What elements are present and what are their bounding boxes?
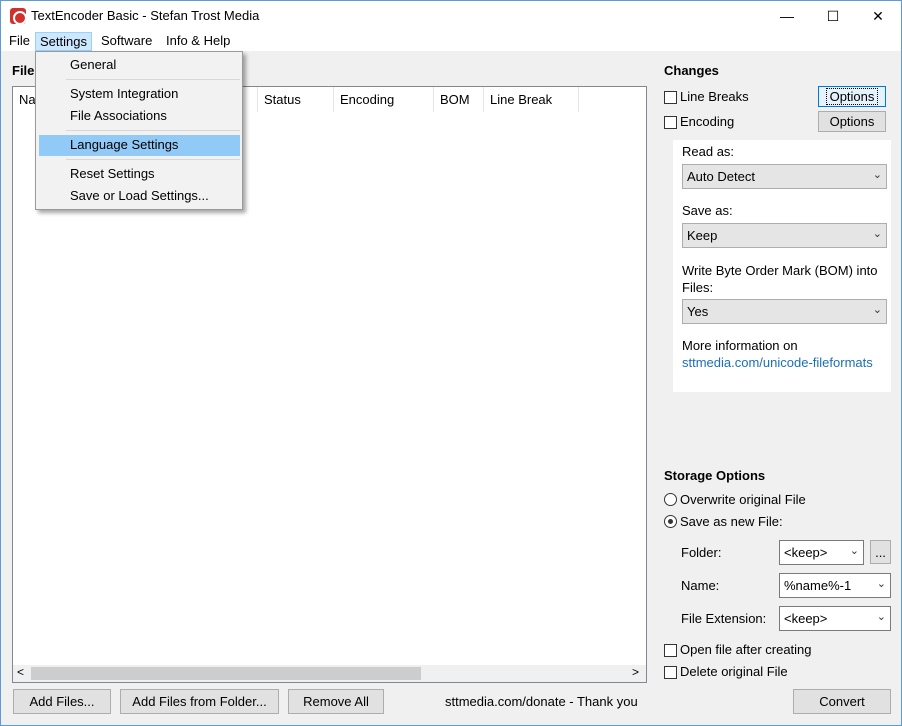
menu-bar: File Settings Software Info & Help — [1, 31, 901, 51]
browse-folder-button[interactable]: ... — [870, 540, 891, 564]
menu-info-help[interactable]: Info & Help — [162, 32, 234, 51]
save-new-label: Save as new File: — [680, 514, 783, 529]
file-extension-select[interactable]: <keep> ⌄ — [779, 606, 891, 631]
open-after-checkbox[interactable] — [664, 644, 677, 657]
settings-dropdown-menu: General System Integration File Associat… — [35, 51, 243, 210]
changes-title: Changes — [664, 63, 719, 78]
menu-software[interactable]: Software — [97, 32, 156, 51]
bom-select[interactable]: Yes ⌄ — [682, 299, 887, 324]
save-new-radio[interactable] — [664, 515, 677, 528]
column-bom[interactable]: BOM — [434, 87, 484, 112]
window-title: TextEncoder Basic - Stefan Trost Media — [31, 8, 260, 23]
app-logo-icon — [10, 8, 27, 25]
overwrite-radio[interactable] — [664, 493, 677, 506]
encoding-options-panel: Read as: Auto Detect ⌄ Save as: Keep ⌄ W… — [673, 140, 891, 392]
maximize-button[interactable]: ☐ — [810, 1, 856, 31]
overwrite-label: Overwrite original File — [680, 492, 806, 507]
horizontal-scrollbar[interactable]: < > — [13, 665, 646, 682]
line-breaks-checkbox[interactable] — [664, 91, 677, 104]
close-button[interactable]: ✕ — [855, 1, 901, 31]
folder-select[interactable]: <keep> ⌄ — [779, 540, 864, 565]
encoding-checkbox[interactable] — [664, 116, 677, 129]
scroll-left-icon[interactable]: < — [17, 665, 24, 679]
convert-button[interactable]: Convert — [793, 689, 891, 714]
menu-settings[interactable]: Settings — [35, 32, 92, 51]
save-as-label: Save as: — [682, 203, 733, 218]
add-files-from-folder-button[interactable]: Add Files from Folder... — [120, 689, 279, 714]
delete-original-checkbox[interactable] — [664, 666, 677, 679]
chevron-down-icon: ⌄ — [849, 545, 859, 557]
files-section-label: File — [12, 63, 35, 78]
line-breaks-options-button[interactable]: Options — [818, 86, 886, 107]
more-info-label: More information on — [682, 338, 798, 353]
encoding-options-button[interactable]: Options — [818, 111, 886, 132]
open-after-label: Open file after creating — [680, 642, 812, 657]
name-label: Name: — [681, 578, 720, 593]
line-breaks-label: Line Breaks — [680, 89, 749, 104]
scroll-right-icon[interactable]: > — [632, 665, 639, 679]
menu-item-general[interactable]: General — [70, 57, 116, 72]
name-input[interactable]: %name%-1 ⌄ — [779, 573, 891, 598]
column-line-break[interactable]: Line Break — [484, 87, 579, 112]
column-status[interactable]: Status — [258, 87, 334, 112]
chevron-down-icon: ⌄ — [876, 578, 886, 590]
menu-item-file-associations[interactable]: File Associations — [70, 108, 167, 123]
menu-file[interactable]: File — [5, 32, 34, 51]
scroll-thumb[interactable] — [31, 667, 421, 680]
column-encoding[interactable]: Encoding — [334, 87, 434, 112]
save-as-select[interactable]: Keep ⌄ — [682, 223, 887, 248]
menu-item-system-integration[interactable]: System Integration — [70, 86, 178, 101]
menu-item-save-load-settings[interactable]: Save or Load Settings... — [70, 188, 209, 203]
menu-item-language-settings[interactable]: Language Settings — [70, 137, 178, 152]
file-extension-label: File Extension: — [681, 611, 767, 626]
storage-options-title: Storage Options — [664, 468, 766, 483]
menu-separator — [66, 159, 240, 160]
bom-label: Write Byte Order Mark (BOM) into Files: — [682, 263, 878, 295]
read-as-label: Read as: — [682, 144, 735, 159]
menu-item-reset-settings[interactable]: Reset Settings — [70, 166, 155, 181]
chevron-down-icon: ⌄ — [872, 304, 882, 316]
donate-link[interactable]: sttmedia.com/donate - Thank you — [445, 694, 638, 709]
menu-separator — [66, 79, 240, 80]
chevron-down-icon: ⌄ — [872, 228, 882, 240]
remove-all-button[interactable]: Remove All — [288, 689, 384, 714]
add-files-button[interactable]: Add Files... — [13, 689, 111, 714]
delete-original-label: Delete original File — [680, 664, 788, 679]
read-as-select[interactable]: Auto Detect ⌄ — [682, 164, 887, 189]
app-window: TextEncoder Basic - Stefan Trost Media —… — [0, 0, 902, 726]
folder-label: Folder: — [681, 545, 722, 560]
encoding-label: Encoding — [680, 114, 735, 129]
chevron-down-icon: ⌄ — [872, 169, 882, 181]
unicode-fileformats-link[interactable]: sttmedia.com/unicode-fileformats — [682, 355, 873, 370]
minimize-button[interactable]: — — [764, 1, 810, 31]
menu-separator — [66, 130, 240, 131]
title-bar: TextEncoder Basic - Stefan Trost Media —… — [1, 1, 901, 31]
chevron-down-icon: ⌄ — [876, 611, 886, 623]
